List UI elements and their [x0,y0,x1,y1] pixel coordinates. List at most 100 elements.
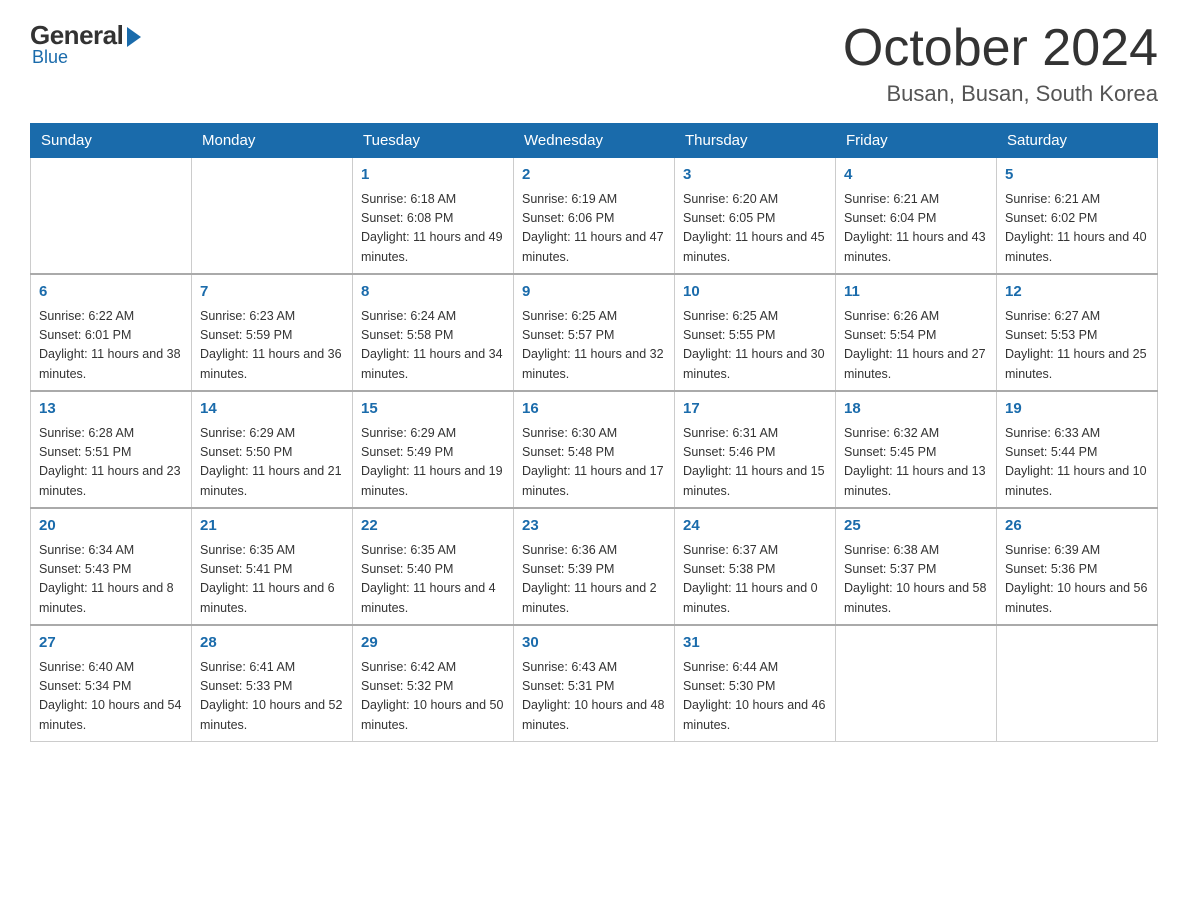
calendar-cell: 29 Sunrise: 6:42 AMSunset: 5:32 PMDayligh… [353,625,514,742]
day-info: Sunrise: 6:23 AMSunset: 5:59 PMDaylight:… [200,307,344,385]
calendar-cell: 19 Sunrise: 6:33 AMSunset: 5:44 PMDayligh… [997,391,1158,508]
day-number: 1 [361,164,505,187]
day-number: 12 [1005,281,1149,304]
calendar-week-row: 27Sunrise: 6:40 AMSunset: 5:34 PMDayligh… [31,625,1158,742]
calendar-cell: 21 Sunrise: 6:35 AMSunset: 5:41 PMDayligh… [192,508,353,625]
calendar-week-row: 6 Sunrise: 6:22 AMSunset: 6:01 PMDaylight… [31,274,1158,391]
day-info: Sunrise: 6:33 AMSunset: 5:44 PMDaylight:… [1005,424,1149,502]
day-number: 8 [361,281,505,304]
day-info: Sunrise: 6:21 AMSunset: 6:04 PMDaylight:… [844,190,988,268]
day-number: 27 [39,632,183,655]
day-info: Sunrise: 6:37 AMSunset: 5:38 PMDaylight:… [683,541,827,619]
day-info: Sunrise: 6:29 AMSunset: 5:50 PMDaylight:… [200,424,344,502]
calendar-cell: 15 Sunrise: 6:29 AMSunset: 5:49 PMDayligh… [353,391,514,508]
calendar-cell: 9 Sunrise: 6:25 AMSunset: 5:57 PMDaylight… [514,274,675,391]
month-title: October 2024 [843,20,1158,77]
day-info: Sunrise: 6:42 AMSunset: 5:32 PMDaylight:… [361,658,505,736]
day-info: Sunrise: 6:35 AMSunset: 5:40 PMDaylight:… [361,541,505,619]
day-number: 6 [39,281,183,304]
calendar-cell: 14Sunrise: 6:29 AMSunset: 5:50 PMDayligh… [192,391,353,508]
calendar-table: SundayMondayTuesdayWednesdayThursdayFrid… [30,123,1158,742]
day-number: 16 [522,398,666,421]
day-number: 28 [200,632,344,655]
day-info: Sunrise: 6:36 AMSunset: 5:39 PMDaylight:… [522,541,666,619]
day-number: 13 [39,398,183,421]
calendar-cell [997,625,1158,742]
title-block: October 2024 Busan, Busan, South Korea [843,20,1158,107]
day-info: Sunrise: 6:30 AMSunset: 5:48 PMDaylight:… [522,424,666,502]
calendar-header-friday: Friday [836,124,997,158]
calendar-header-tuesday: Tuesday [353,124,514,158]
day-number: 24 [683,515,827,538]
calendar-cell: 12 Sunrise: 6:27 AMSunset: 5:53 PMDayligh… [997,274,1158,391]
calendar-header-wednesday: Wednesday [514,124,675,158]
calendar-cell: 22 Sunrise: 6:35 AMSunset: 5:40 PMDayligh… [353,508,514,625]
day-number: 22 [361,515,505,538]
day-info: Sunrise: 6:44 AMSunset: 5:30 PMDaylight:… [683,658,827,736]
day-info: Sunrise: 6:18 AMSunset: 6:08 PMDaylight:… [361,190,505,268]
day-info: Sunrise: 6:35 AMSunset: 5:41 PMDaylight:… [200,541,344,619]
calendar-cell: 3Sunrise: 6:20 AMSunset: 6:05 PMDaylight… [675,158,836,275]
day-info: Sunrise: 6:25 AMSunset: 5:55 PMDaylight:… [683,307,827,385]
day-number: 21 [200,515,344,538]
calendar-cell: 8Sunrise: 6:24 AMSunset: 5:58 PMDaylight… [353,274,514,391]
day-number: 25 [844,515,988,538]
logo: General Blue [30,20,141,68]
day-info: Sunrise: 6:19 AMSunset: 6:06 PMDaylight:… [522,190,666,268]
day-info: Sunrise: 6:31 AMSunset: 5:46 PMDaylight:… [683,424,827,502]
calendar-week-row: 20 Sunrise: 6:34 AMSunset: 5:43 PMDayligh… [31,508,1158,625]
logo-blue-text: Blue [32,47,68,68]
calendar-cell: 18 Sunrise: 6:32 AMSunset: 5:45 PMDayligh… [836,391,997,508]
day-number: 15 [361,398,505,421]
day-number: 29 [361,632,505,655]
day-info: Sunrise: 6:26 AMSunset: 5:54 PMDaylight:… [844,307,988,385]
day-number: 9 [522,281,666,304]
calendar-week-row: 1 Sunrise: 6:18 AMSunset: 6:08 PMDaylight… [31,158,1158,275]
calendar-cell [31,158,192,275]
calendar-cell: 7 Sunrise: 6:23 AMSunset: 5:59 PMDaylight… [192,274,353,391]
calendar-cell: 6 Sunrise: 6:22 AMSunset: 6:01 PMDaylight… [31,274,192,391]
calendar-cell: 23 Sunrise: 6:36 AMSunset: 5:39 PMDayligh… [514,508,675,625]
calendar-cell [192,158,353,275]
calendar-header-row: SundayMondayTuesdayWednesdayThursdayFrid… [31,124,1158,158]
day-info: Sunrise: 6:28 AMSunset: 5:51 PMDaylight:… [39,424,183,502]
day-number: 10 [683,281,827,304]
calendar-header-monday: Monday [192,124,353,158]
calendar-cell: 26 Sunrise: 6:39 AMSunset: 5:36 PMDayligh… [997,508,1158,625]
calendar-cell: 30Sunrise: 6:43 AMSunset: 5:31 PMDayligh… [514,625,675,742]
day-info: Sunrise: 6:32 AMSunset: 5:45 PMDaylight:… [844,424,988,502]
day-info: Sunrise: 6:39 AMSunset: 5:36 PMDaylight:… [1005,541,1149,619]
day-number: 20 [39,515,183,538]
calendar-cell: 20 Sunrise: 6:34 AMSunset: 5:43 PMDayligh… [31,508,192,625]
day-info: Sunrise: 6:34 AMSunset: 5:43 PMDaylight:… [39,541,183,619]
calendar-cell: 16 Sunrise: 6:30 AMSunset: 5:48 PMDayligh… [514,391,675,508]
calendar-cell: 25 Sunrise: 6:38 AMSunset: 5:37 PMDayligh… [836,508,997,625]
day-number: 2 [522,164,666,187]
day-number: 31 [683,632,827,655]
calendar-cell: 11Sunrise: 6:26 AMSunset: 5:54 PMDayligh… [836,274,997,391]
day-number: 26 [1005,515,1149,538]
calendar-cell: 17Sunrise: 6:31 AMSunset: 5:46 PMDayligh… [675,391,836,508]
day-info: Sunrise: 6:25 AMSunset: 5:57 PMDaylight:… [522,307,666,385]
calendar-cell: 24 Sunrise: 6:37 AMSunset: 5:38 PMDayligh… [675,508,836,625]
day-number: 23 [522,515,666,538]
day-info: Sunrise: 6:29 AMSunset: 5:49 PMDaylight:… [361,424,505,502]
calendar-cell: 4 Sunrise: 6:21 AMSunset: 6:04 PMDaylight… [836,158,997,275]
day-info: Sunrise: 6:27 AMSunset: 5:53 PMDaylight:… [1005,307,1149,385]
page-header: General Blue October 2024 Busan, Busan, … [30,20,1158,107]
logo-arrow-icon [127,27,141,47]
day-number: 7 [200,281,344,304]
day-info: Sunrise: 6:22 AMSunset: 6:01 PMDaylight:… [39,307,183,385]
day-number: 19 [1005,398,1149,421]
calendar-cell: 1 Sunrise: 6:18 AMSunset: 6:08 PMDaylight… [353,158,514,275]
day-number: 4 [844,164,988,187]
day-info: Sunrise: 6:20 AMSunset: 6:05 PMDaylight:… [683,190,827,268]
calendar-cell: 10 Sunrise: 6:25 AMSunset: 5:55 PMDayligh… [675,274,836,391]
day-number: 5 [1005,164,1149,187]
calendar-cell: 31 Sunrise: 6:44 AMSunset: 5:30 PMDayligh… [675,625,836,742]
day-info: Sunrise: 6:43 AMSunset: 5:31 PMDaylight:… [522,658,666,736]
day-info: Sunrise: 6:38 AMSunset: 5:37 PMDaylight:… [844,541,988,619]
day-info: Sunrise: 6:41 AMSunset: 5:33 PMDaylight:… [200,658,344,736]
day-info: Sunrise: 6:21 AMSunset: 6:02 PMDaylight:… [1005,190,1149,268]
day-number: 18 [844,398,988,421]
